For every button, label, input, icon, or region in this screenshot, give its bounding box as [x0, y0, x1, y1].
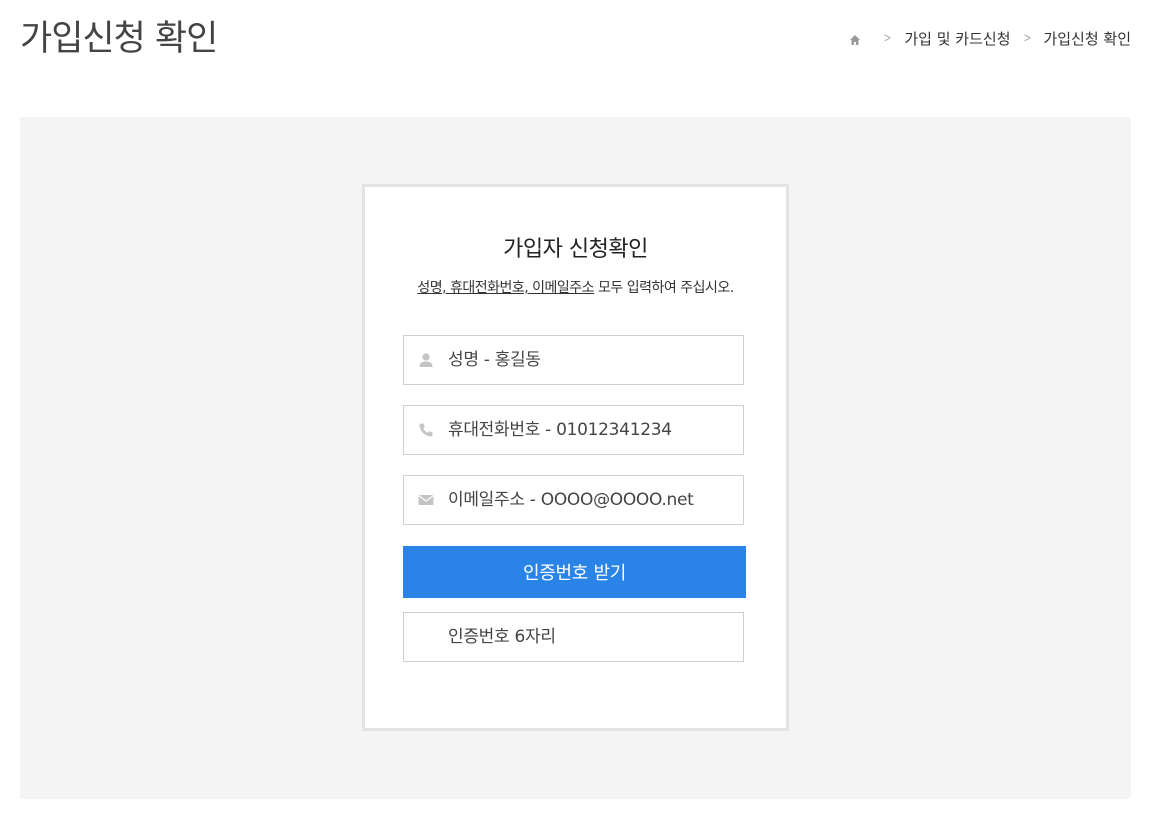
email-field[interactable]: [403, 475, 744, 525]
home-icon[interactable]: [849, 32, 861, 45]
phone-input[interactable]: [448, 420, 728, 440]
verification-code-input[interactable]: [448, 627, 728, 647]
envelope-icon: [418, 492, 434, 508]
phone-icon: [418, 422, 434, 438]
card-description: 성명, 휴대전화번호, 이메일주소 모두 입력하여 주십시오.: [365, 277, 786, 297]
breadcrumb: > 가입 및 카드신청 > 가입신청 확인: [849, 28, 1131, 48]
breadcrumb-item-signup[interactable]: 가입 및 카드신청: [904, 28, 1010, 49]
name-input[interactable]: [448, 350, 728, 370]
content-panel: 가입자 신청확인 성명, 휴대전화번호, 이메일주소 모두 입력하여 주십시오.: [20, 117, 1131, 799]
card-title: 가입자 신청확인: [503, 237, 648, 262]
verification-card: 가입자 신청확인 성명, 휴대전화번호, 이메일주소 모두 입력하여 주십시오.: [362, 184, 789, 731]
person-icon: [418, 352, 434, 368]
request-code-button[interactable]: 인증번호 받기: [403, 546, 746, 598]
email-input[interactable]: [448, 490, 728, 510]
verification-code-field[interactable]: [403, 612, 744, 662]
card-description-rest: 모두 입력하여 주십시오.: [594, 280, 734, 296]
card-description-required: 성명, 휴대전화번호, 이메일주소: [417, 280, 595, 296]
page-title: 가입신청 확인: [20, 19, 218, 59]
breadcrumb-item-current: 가입신청 확인: [1043, 29, 1131, 48]
phone-field[interactable]: [403, 405, 744, 455]
breadcrumb-separator: >: [1023, 30, 1031, 46]
breadcrumb-separator: >: [884, 30, 892, 46]
name-field[interactable]: [403, 335, 744, 385]
